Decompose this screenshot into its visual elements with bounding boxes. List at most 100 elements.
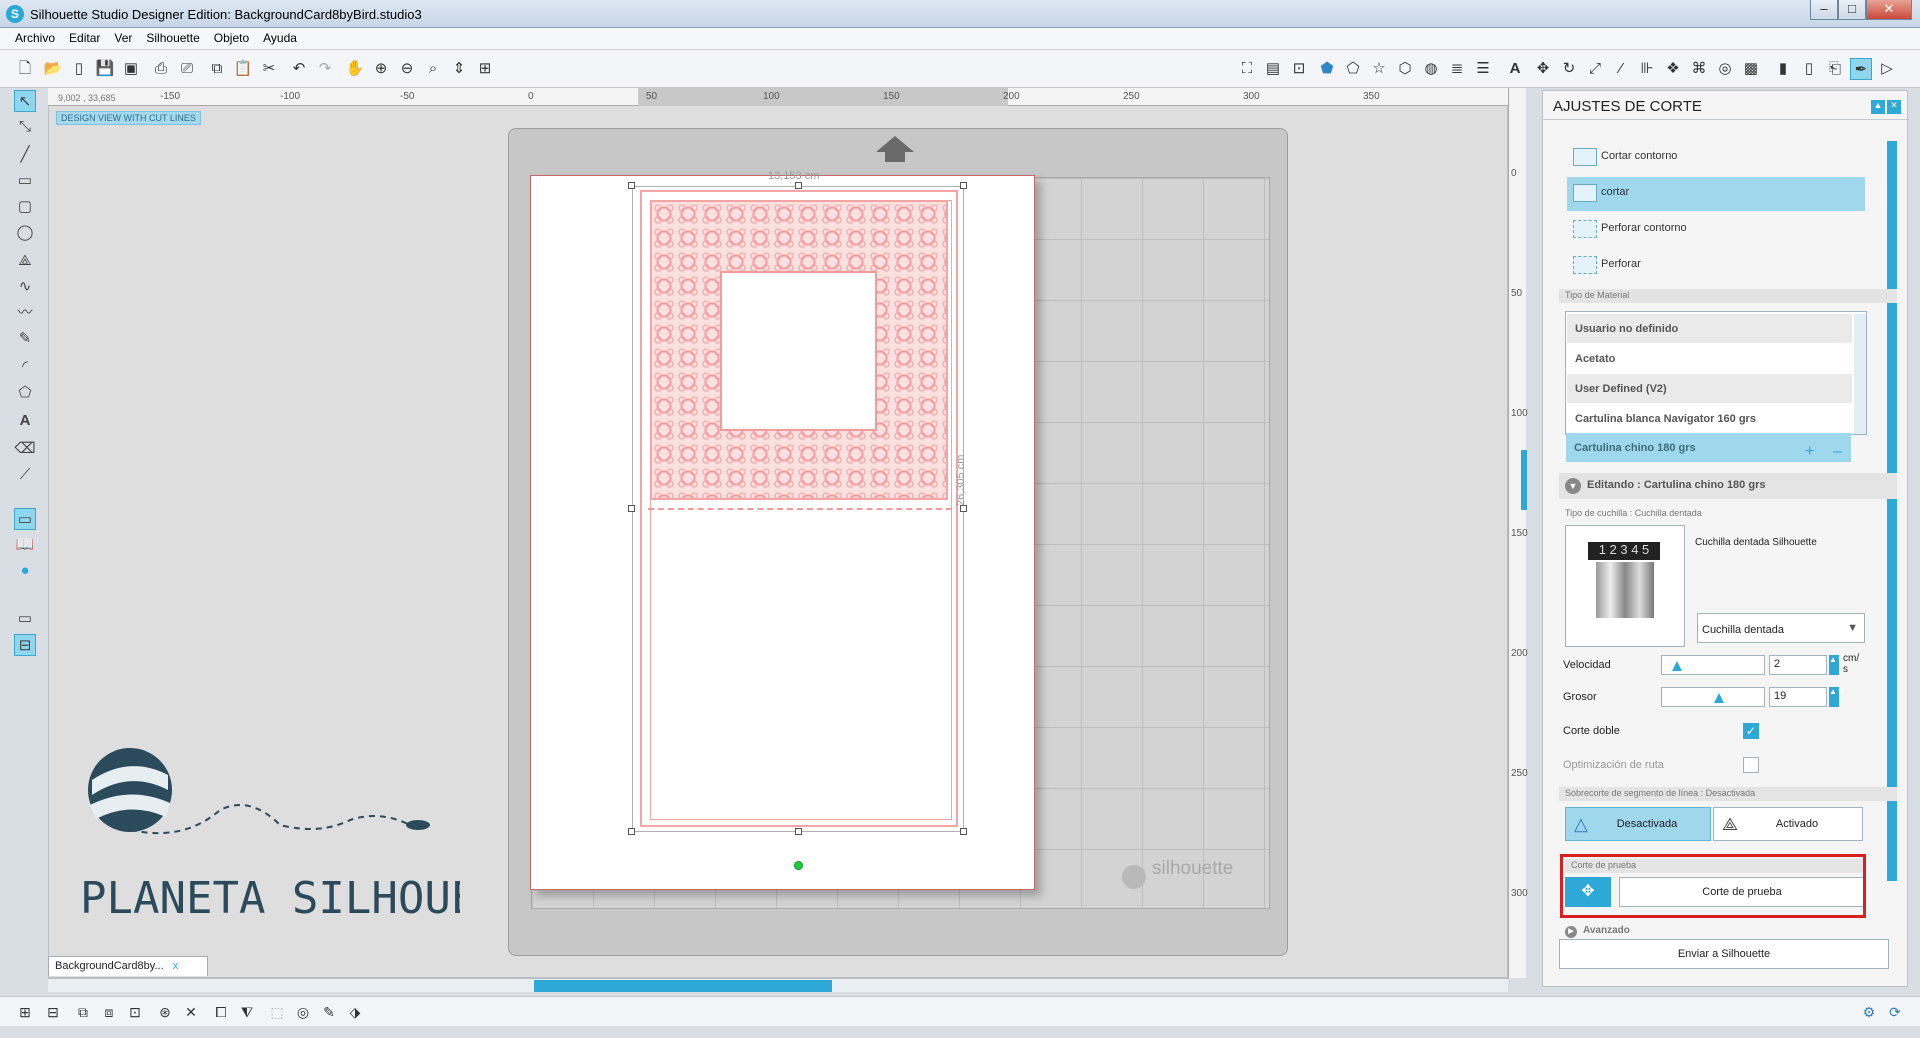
open-folder-icon[interactable]: 📂 — [42, 58, 64, 80]
rotate-handle[interactable] — [794, 861, 803, 870]
group-icon[interactable]: ⊞ — [14, 1001, 36, 1023]
close-tab-icon[interactable]: x — [173, 960, 179, 972]
resize-handle[interactable] — [628, 182, 635, 189]
refresh-icon[interactable]: ⟳ — [1884, 1001, 1906, 1023]
print-cut-icon[interactable]: ⎚ — [176, 58, 198, 80]
menu-ver[interactable]: Ver — [107, 28, 139, 45]
send-to-silhouette-button[interactable]: Enviar a Silhouette — [1559, 939, 1889, 969]
material-item[interactable]: Acetato — [1567, 344, 1852, 373]
double-cut-checkbox[interactable]: ✓ — [1743, 723, 1759, 739]
close-button[interactable]: ✕ — [1866, 0, 1912, 20]
regular-polygon-icon[interactable]: ⬠ — [14, 382, 36, 404]
editing-header[interactable]: ▼ Editando : Cartulina chino 180 grs — [1559, 473, 1897, 499]
material-item[interactable]: User Defined (V2) — [1567, 374, 1852, 403]
rotate-icon[interactable]: ↻ — [1558, 58, 1580, 80]
send-to-silhouette-icon[interactable]: ▷ — [1876, 58, 1898, 80]
transform-icon[interactable]: ✥ — [1532, 58, 1554, 80]
overcut-off-button[interactable]: △ Desactivada — [1565, 807, 1711, 841]
speed-input[interactable]: 2 — [1769, 655, 1827, 675]
polygon-tool-icon[interactable]: ⟁ — [14, 250, 36, 272]
resize-handle[interactable] — [628, 828, 635, 835]
scroll-thumb[interactable] — [534, 980, 832, 992]
split-view-icon[interactable]: ⊟ — [14, 634, 36, 656]
line-settings-icon[interactable]: ≣ — [1446, 58, 1468, 80]
zoom-out-icon[interactable]: ⊖ — [396, 58, 418, 80]
cut-mode-perforate[interactable]: Perforar — [1567, 249, 1865, 283]
grid-settings-icon[interactable]: ▤ — [1262, 58, 1284, 80]
material-item[interactable]: Cartulina blanca Navigator 160 grs — [1567, 404, 1852, 433]
mirror-icon[interactable]: ⧨ — [236, 1001, 258, 1023]
design-page-icon[interactable]: ▭ — [14, 508, 36, 530]
zoom-in-icon[interactable]: ⊕ — [370, 58, 392, 80]
pencil-tool-icon[interactable]: ✎ — [14, 328, 36, 350]
send-page-icon[interactable]: ▯ — [1798, 58, 1820, 80]
overcut-on-button[interactable]: ⟁ Activado — [1713, 807, 1863, 841]
align-icon[interactable]: ⊪ — [1636, 58, 1658, 80]
single-view-icon[interactable]: ▭ — [14, 608, 36, 630]
send-back-icon[interactable]: ⬚ — [266, 1001, 288, 1023]
fill-gradient-icon[interactable]: ⬡ — [1394, 58, 1416, 80]
menu-silhouette[interactable]: Silhouette — [139, 28, 206, 45]
rounded-rectangle-icon[interactable]: ▢ — [14, 196, 36, 218]
fill-color-icon[interactable]: ⬟ — [1316, 58, 1338, 80]
save-icon[interactable]: 💾 — [94, 58, 116, 80]
path-optimization-checkbox[interactable] — [1743, 757, 1759, 773]
freehand-tool-icon[interactable]: 〰 — [14, 302, 36, 324]
curve-tool-icon[interactable]: ∿ — [14, 276, 36, 298]
zoom-drag-icon[interactable]: ⇕ — [448, 58, 470, 80]
material-scrollbar[interactable] — [1854, 314, 1866, 434]
knife-tool-icon[interactable]: ⟋ — [14, 464, 36, 486]
ellipse-tool-icon[interactable]: ◯ — [14, 222, 36, 244]
material-list[interactable]: Usuario no definido Acetato User Defined… — [1565, 311, 1867, 435]
compound-path-icon[interactable]: ⧉ — [72, 1001, 94, 1023]
line-color-icon[interactable]: ⬠ — [1342, 58, 1364, 80]
paste-icon[interactable]: 📋 — [232, 58, 254, 80]
weld-icon[interactable]: ⊛ — [154, 1001, 176, 1023]
edit-points-icon[interactable]: ⤡ — [14, 116, 36, 138]
line-width-icon[interactable]: ☰ — [1472, 58, 1494, 80]
cut-settings-icon[interactable]: ✒ — [1850, 58, 1872, 80]
collapse-panel-icon[interactable]: ▲ — [1871, 100, 1885, 114]
offset-tool-icon[interactable]: ◎ — [292, 1001, 314, 1023]
cut-mode-cut-edge[interactable]: Cortar contorno — [1567, 141, 1865, 175]
text-style-icon[interactable]: A — [1504, 58, 1526, 80]
print-icon[interactable]: ⎙ — [150, 58, 172, 80]
close-panel-icon[interactable]: ✕ — [1887, 100, 1901, 114]
horizontal-scrollbar[interactable] — [48, 978, 1508, 992]
cut-scissors-icon[interactable]: ✂ — [258, 58, 280, 80]
minimize-button[interactable]: – — [1810, 0, 1838, 20]
offset-icon[interactable]: ◎ — [1714, 58, 1736, 80]
registration-marks-icon[interactable]: ⊡ — [1288, 58, 1310, 80]
release-compound-icon[interactable]: ⧈ — [98, 1001, 120, 1023]
resize-handle[interactable] — [960, 182, 967, 189]
material-item[interactable]: Usuario no definido — [1567, 314, 1852, 343]
line-tool-icon[interactable]: ╱ — [14, 144, 36, 166]
blade-select[interactable]: Cuchilla dentada ▼ — [1697, 613, 1865, 643]
library-store-icon[interactable]: ▮ — [1772, 58, 1794, 80]
resize-handle[interactable] — [628, 505, 635, 512]
cut-mode-cut[interactable]: cortar — [1567, 177, 1865, 211]
pan-hand-icon[interactable]: ✋ — [344, 58, 366, 80]
undo-icon[interactable]: ↶ — [288, 58, 310, 80]
menu-ayuda[interactable]: Ayuda — [256, 28, 304, 45]
thickness-slider[interactable] — [1661, 687, 1765, 707]
save-to-library-icon[interactable]: ▣ — [120, 58, 142, 80]
resize-handle[interactable] — [795, 828, 802, 835]
scale-icon[interactable]: ⤢ — [1584, 58, 1606, 80]
duplicate-icon[interactable]: ⧠ — [210, 1001, 232, 1023]
move-icon[interactable]: ⁄ — [1610, 58, 1632, 80]
modify-icon[interactable]: ⌘ — [1688, 58, 1710, 80]
fill-pattern-icon[interactable]: ◍ — [1420, 58, 1442, 80]
resize-handle[interactable] — [960, 505, 967, 512]
fill-icon[interactable]: ⬗ — [344, 1001, 366, 1023]
settings-gear-icon[interactable]: ⚙ — [1858, 1001, 1880, 1023]
add-material-button[interactable]: + — [1805, 443, 1814, 461]
fit-to-page-icon[interactable]: ⊞ — [474, 58, 496, 80]
maximize-button[interactable]: □ — [1838, 0, 1866, 20]
thickness-spinner[interactable]: ▲▼ — [1829, 687, 1845, 707]
rectangle-tool-icon[interactable]: ▭ — [14, 170, 36, 192]
document-tab[interactable]: BackgroundCard8by... x — [48, 956, 208, 976]
edit-point-icon[interactable]: ✎ — [318, 1001, 340, 1023]
library-icon[interactable]: ▯ — [68, 58, 90, 80]
bring-forward-icon[interactable]: ⊡ — [124, 1001, 146, 1023]
